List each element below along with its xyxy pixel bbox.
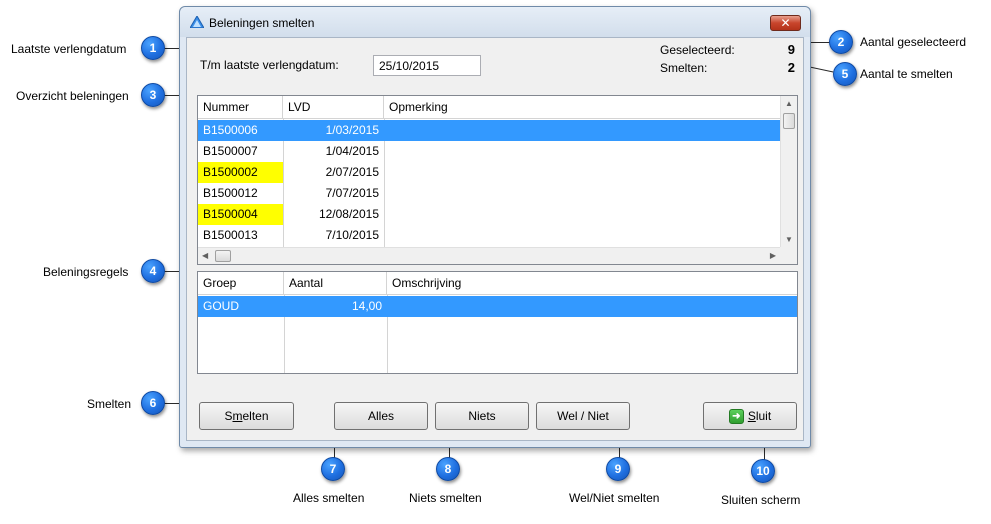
column-header-aantal[interactable]: Aantal (284, 272, 387, 294)
cell-lvd: 7/10/2015 (325, 228, 379, 242)
cell-omschrijving (387, 296, 797, 317)
scrollbar-corner (780, 247, 797, 264)
column-header-omschrijving[interactable]: Omschrijving (387, 272, 797, 294)
column-header-lvd[interactable]: LVD (283, 96, 384, 118)
callout-badge-10: 10 (751, 459, 775, 483)
smelten-label-part: S (224, 409, 233, 423)
callout-label-4: Beleningsregels (43, 265, 129, 279)
exit-door-icon: ➜ (728, 408, 744, 424)
title-bar[interactable]: Beleningen smelten ✕ (180, 7, 810, 37)
vertical-scroll-thumb[interactable] (783, 113, 795, 129)
cell-opmerking (384, 183, 781, 204)
cell-nummer: B1500013 (203, 228, 258, 242)
column-header-nummer[interactable]: Nummer (198, 96, 283, 118)
cell-nummer: B1500006 (203, 123, 258, 137)
smelten-label-part: elten (242, 409, 269, 423)
table-row[interactable]: B1500013 7/10/2015 (198, 225, 781, 246)
callout-badge-7: 7 (321, 457, 345, 481)
window-title: Beleningen smelten (209, 16, 315, 30)
cell-nummer: B1500012 (203, 186, 258, 200)
selected-label: Geselecteerd: (660, 43, 735, 57)
callout-badge-2: 2 (829, 30, 853, 54)
horizontal-scrollbar[interactable]: ◀ ▶ (198, 247, 780, 264)
sluit-label-part: luit (755, 409, 772, 423)
pledge-lines-grid[interactable]: Groep Aantal Omschrijving GOUD 14,00 (197, 271, 798, 374)
callout-badge-9: 9 (606, 457, 630, 481)
cell-lvd: 12/08/2015 (318, 207, 379, 221)
table-row[interactable]: B1500012 7/07/2015 (198, 183, 781, 204)
melt-label: Smelten: (660, 61, 708, 75)
wel-niet-button[interactable]: Wel / Niet (536, 402, 630, 430)
sluit-label-accel: S (747, 409, 756, 423)
scroll-down-icon[interactable]: ▼ (785, 235, 793, 245)
column-header-groep[interactable]: Groep (198, 272, 284, 294)
callout-label-9: Wel/Niet smelten (569, 491, 660, 505)
dialog-client-area: T/m laatste verlengdatum: Geselecteerd: … (186, 37, 804, 441)
callout-badge-4: 4 (141, 259, 165, 283)
table-row[interactable]: B1500007 1/04/2015 (198, 141, 781, 162)
column-header-opmerking[interactable]: Opmerking (384, 96, 781, 118)
cell-opmerking (384, 162, 781, 183)
cell-opmerking (384, 141, 781, 162)
cell-lvd: 2/07/2015 (325, 165, 379, 179)
callout-label-3: Overzicht beleningen (16, 89, 129, 103)
callout-badge-5: 5 (833, 62, 857, 86)
scroll-right-icon[interactable]: ▶ (770, 251, 776, 261)
sluit-button[interactable]: ➜ Sluit (703, 402, 797, 430)
alles-label: Alles (367, 409, 394, 423)
scroll-left-icon[interactable]: ◀ (202, 251, 208, 261)
callout-label-7: Alles smelten (293, 491, 365, 505)
niets-label: Niets (468, 409, 496, 423)
horizontal-scroll-thumb[interactable] (215, 250, 231, 262)
callout-label-1: Laatste verlengdatum (11, 42, 127, 56)
cell-nummer: B1500004 (198, 204, 283, 225)
cell-lvd: 1/03/2015 (325, 123, 379, 137)
cell-aantal: 14,00 (351, 299, 382, 313)
cell-opmerking (384, 120, 781, 141)
melt-count: 2 (787, 60, 795, 75)
date-label: T/m laatste verlengdatum: (200, 58, 339, 72)
cell-lvd: 1/04/2015 (325, 144, 379, 158)
scroll-up-icon[interactable]: ▲ (785, 99, 793, 109)
alles-button[interactable]: Alles (334, 402, 428, 430)
callout-label-5: Aantal te smelten (860, 67, 953, 81)
callout-label-2: Aantal geselecteerd (860, 35, 967, 49)
wel-niet-label: Wel / Niet (557, 409, 609, 423)
callout-label-10: Sluiten scherm (721, 493, 801, 507)
callout-label-8: Niets smelten (409, 491, 482, 505)
close-button[interactable]: ✕ (770, 15, 801, 31)
cell-nummer: B1500002 (198, 162, 283, 183)
triangle-app-icon (190, 16, 204, 28)
callout-badge-3: 3 (141, 83, 165, 107)
cell-lvd: 7/07/2015 (325, 186, 379, 200)
smelten-button[interactable]: Sm elten (199, 402, 294, 430)
cell-opmerking (384, 204, 781, 225)
vertical-scrollbar[interactable]: ▲ ▼ (780, 96, 797, 247)
table-row[interactable]: B1500006 1/03/2015 (198, 120, 781, 141)
table-row[interactable]: GOUD 14,00 (198, 296, 797, 317)
dialog-window: Beleningen smelten ✕ T/m laatste verleng… (179, 6, 811, 448)
date-input[interactable] (373, 55, 481, 76)
niets-button[interactable]: Niets (435, 402, 529, 430)
cell-nummer: B1500007 (203, 144, 258, 158)
callout-label-6: Smelten (87, 397, 132, 411)
table-row[interactable]: B1500002 2/07/2015 (198, 162, 781, 183)
selected-count: 9 (787, 42, 795, 57)
callout-badge-1: 1 (141, 36, 165, 60)
cell-opmerking (384, 225, 781, 246)
table-row[interactable]: B1500004 12/08/2015 (198, 204, 781, 225)
header-divider (198, 118, 797, 119)
cell-groep: GOUD (203, 299, 239, 313)
pledges-grid[interactable]: Nummer LVD Opmerking B1500006 1/03/2015 … (197, 95, 798, 265)
close-icon: ✕ (780, 16, 791, 30)
header-divider (198, 294, 797, 295)
smelten-label-accel: m (232, 409, 243, 423)
callout-badge-6: 6 (141, 391, 165, 415)
callout-badge-8: 8 (436, 457, 460, 481)
